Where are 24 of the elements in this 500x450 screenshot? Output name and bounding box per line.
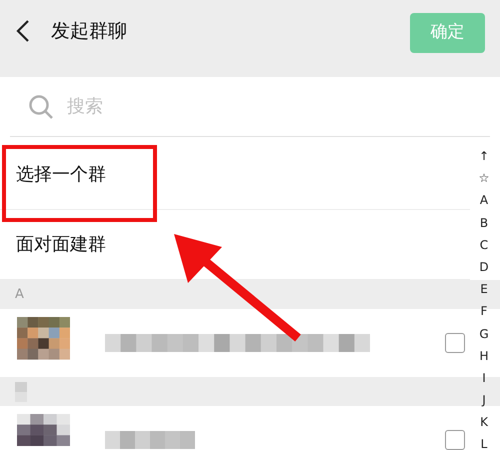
search-icon — [28, 94, 54, 120]
index-letter[interactable]: F — [480, 300, 488, 322]
index-letter[interactable]: I — [482, 366, 486, 390]
index-letter[interactable]: L — [480, 433, 488, 450]
checkbox[interactable] — [445, 430, 465, 450]
blurred-letter — [15, 382, 27, 402]
index-letter[interactable]: E — [480, 278, 488, 300]
menu-item[interactable]: 面对面建群 — [16, 231, 106, 258]
index-letter[interactable]: D — [479, 256, 489, 278]
search-field[interactable]: 搜索 — [67, 93, 267, 120]
section-letter: A — [15, 286, 24, 304]
page-title: 发起群聊 — [51, 18, 127, 44]
index-letter[interactable]: J — [482, 389, 486, 412]
index-letter[interactable]: A — [480, 189, 488, 212]
index-letter[interactable]: ☆ — [478, 167, 490, 190]
menu-item[interactable]: 选择一个群 — [16, 161, 106, 188]
index-letter[interactable]: H — [479, 344, 489, 367]
checkbox[interactable] — [445, 333, 465, 353]
index-letter[interactable]: G — [479, 322, 489, 345]
index-letter[interactable]: ↑ — [478, 145, 490, 168]
index-letter[interactable]: B — [480, 212, 488, 234]
index-letter[interactable]: C — [480, 234, 488, 256]
back-icon[interactable] — [15, 19, 31, 43]
index-letter[interactable]: K — [480, 411, 488, 434]
